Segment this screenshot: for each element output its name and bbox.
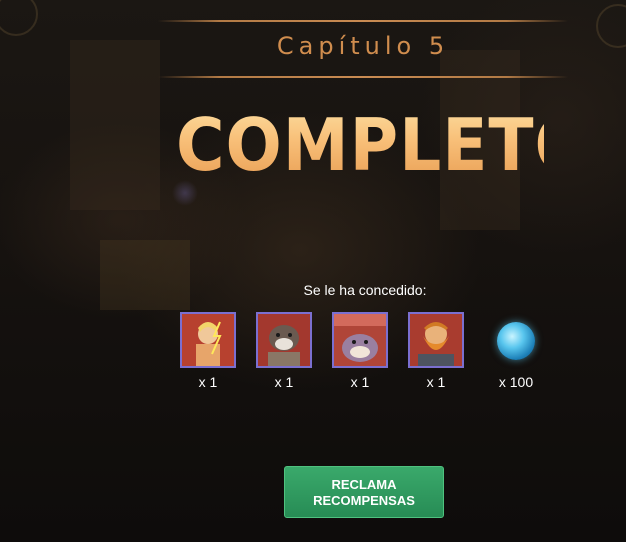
reward-quantity: x 100 — [498, 374, 534, 390]
background-bookshelf — [70, 40, 160, 210]
reward-quantity: x 1 — [274, 374, 294, 390]
blue-orb-icon — [497, 322, 535, 360]
reward-item[interactable]: x 1 — [178, 312, 238, 390]
hero-card-beast-icon — [256, 312, 312, 368]
complete-title: COMPLETO — [176, 100, 591, 190]
reward-item[interactable]: x 1 — [330, 312, 390, 390]
reward-item[interactable]: x 100 — [486, 312, 546, 390]
claim-button-line2: RECOMPENSAS — [313, 493, 415, 508]
hero-card-lightning-icon — [180, 312, 236, 368]
reward-quantity: x 1 — [426, 374, 446, 390]
chapter-title: Capítulo 5 — [276, 32, 450, 60]
hero-card-dwarf-icon — [408, 312, 464, 368]
reward-item[interactable]: x 1 — [406, 312, 466, 390]
reward-item[interactable]: x 1 — [254, 312, 314, 390]
claim-rewards-button[interactable]: RECLAMA RECOMPENSAS — [284, 466, 444, 518]
rewards-label: Se le ha concedido: — [303, 282, 427, 298]
claim-button-line1: RECLAMA — [331, 477, 397, 492]
header-rule-top — [158, 20, 568, 22]
reward-quantity: x 1 — [350, 374, 370, 390]
reward-quantity: x 1 — [198, 374, 218, 390]
hero-card-ogre-icon — [332, 312, 388, 368]
background-desk — [100, 240, 190, 310]
header-rule-bottom — [158, 76, 568, 78]
